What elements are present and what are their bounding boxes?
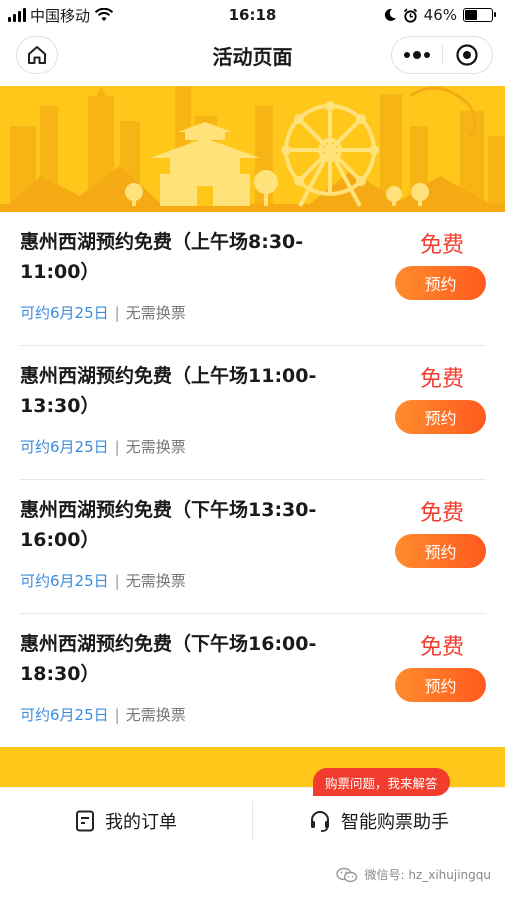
item-title: 惠州西湖预约免费（上午场8:30-11:00） xyxy=(20,231,304,283)
book-button[interactable]: 预约 xyxy=(395,534,486,568)
moon-icon xyxy=(384,8,396,21)
nav-bar: 活动页面 xyxy=(0,30,505,80)
item-meta: 可约6月25日 | 无需换票 xyxy=(20,302,186,323)
watermark-text: 微信号: hz_xihujingqu xyxy=(364,868,491,882)
order-list-icon xyxy=(76,810,94,831)
list-item[interactable]: 惠州西湖预约免费（下午场13:30-16:00） 免费 预约 可约6月25日 |… xyxy=(20,480,486,614)
signal-icon xyxy=(8,8,26,22)
banner-image xyxy=(0,86,505,212)
item-meta: 可约6月25日 | 无需换票 xyxy=(20,570,186,591)
book-button[interactable]: 预约 xyxy=(395,400,486,434)
city-skyline-illustration xyxy=(0,86,505,212)
carrier-label: 中国移动 xyxy=(30,6,91,25)
alarm-icon xyxy=(403,8,417,23)
meta-separator: | xyxy=(114,303,120,322)
battery-percent: 46% xyxy=(423,6,457,24)
item-price: 免费 xyxy=(419,635,464,660)
more-button[interactable] xyxy=(392,37,442,73)
item-meta: 可约6月25日 | 无需换票 xyxy=(20,436,186,457)
headset-icon xyxy=(311,810,329,832)
book-button[interactable]: 预约 xyxy=(395,668,486,702)
assistant-tooltip[interactable]: 购票问题，我来解答 xyxy=(313,768,450,796)
item-title: 惠州西湖预约免费（下午场16:00-18:30） xyxy=(20,633,317,685)
home-button[interactable] xyxy=(16,36,58,74)
status-right: 46% xyxy=(383,6,496,24)
list-item[interactable]: 惠州西湖预约免费（上午场8:30-11:00） 免费 预约 可约6月25日 | … xyxy=(20,212,486,346)
target-icon xyxy=(456,44,478,66)
meta-separator: | xyxy=(114,437,120,456)
bottom-tab-bar: 我的订单 智能购票助手 xyxy=(0,787,505,853)
status-time: 16:18 xyxy=(228,6,277,24)
item-price: 免费 xyxy=(419,501,464,526)
wechat-watermark: 微信号: hz_xihujingqu xyxy=(336,866,491,883)
item-note: 无需换票 xyxy=(125,572,186,590)
item-availability: 可约6月25日 xyxy=(20,706,109,724)
item-note: 无需换票 xyxy=(125,706,186,724)
list-item[interactable]: 惠州西湖预约免费（上午场11:00-13:30） 免费 预约 可约6月25日 |… xyxy=(20,346,486,480)
item-title: 惠州西湖预约免费（上午场11:00-13:30） xyxy=(20,365,317,417)
item-note: 无需换票 xyxy=(125,304,186,322)
battery-icon xyxy=(463,8,496,22)
tab-label: 我的订单 xyxy=(105,811,177,833)
meta-separator: | xyxy=(114,705,120,724)
tab-label: 智能购票助手 xyxy=(341,811,449,833)
tab-my-orders[interactable]: 我的订单 xyxy=(0,788,252,853)
item-note: 无需换票 xyxy=(125,438,186,456)
status-bar: 中国移动 16:18 46% xyxy=(0,0,505,30)
list-item[interactable]: 惠州西湖预约免费（下午场16:00-18:30） 免费 预约 可约6月25日 |… xyxy=(20,614,486,748)
item-price: 免费 xyxy=(419,367,464,392)
more-dots-icon xyxy=(403,51,430,59)
home-icon xyxy=(28,46,46,64)
item-title: 惠州西湖预约免费（下午场13:30-16:00） xyxy=(20,499,317,551)
meta-separator: | xyxy=(114,571,120,590)
item-meta: 可约6月25日 | 无需换票 xyxy=(20,704,186,725)
close-miniprogram-button[interactable] xyxy=(443,37,493,73)
mini-program-capsule xyxy=(391,36,493,74)
tab-smart-assistant[interactable]: 智能购票助手 xyxy=(253,788,505,853)
wechat-icon xyxy=(336,867,358,882)
wifi-icon xyxy=(94,8,114,21)
status-left: 中国移动 xyxy=(8,5,114,26)
book-button[interactable]: 预约 xyxy=(395,266,486,300)
page-title: 活动页面 xyxy=(212,44,293,69)
item-price: 免费 xyxy=(419,233,464,258)
activity-list: 惠州西湖预约免费（上午场8:30-11:00） 免费 预约 可约6月25日 | … xyxy=(0,212,505,748)
item-availability: 可约6月25日 xyxy=(20,572,109,590)
item-availability: 可约6月25日 xyxy=(20,438,109,456)
item-availability: 可约6月25日 xyxy=(20,304,109,322)
